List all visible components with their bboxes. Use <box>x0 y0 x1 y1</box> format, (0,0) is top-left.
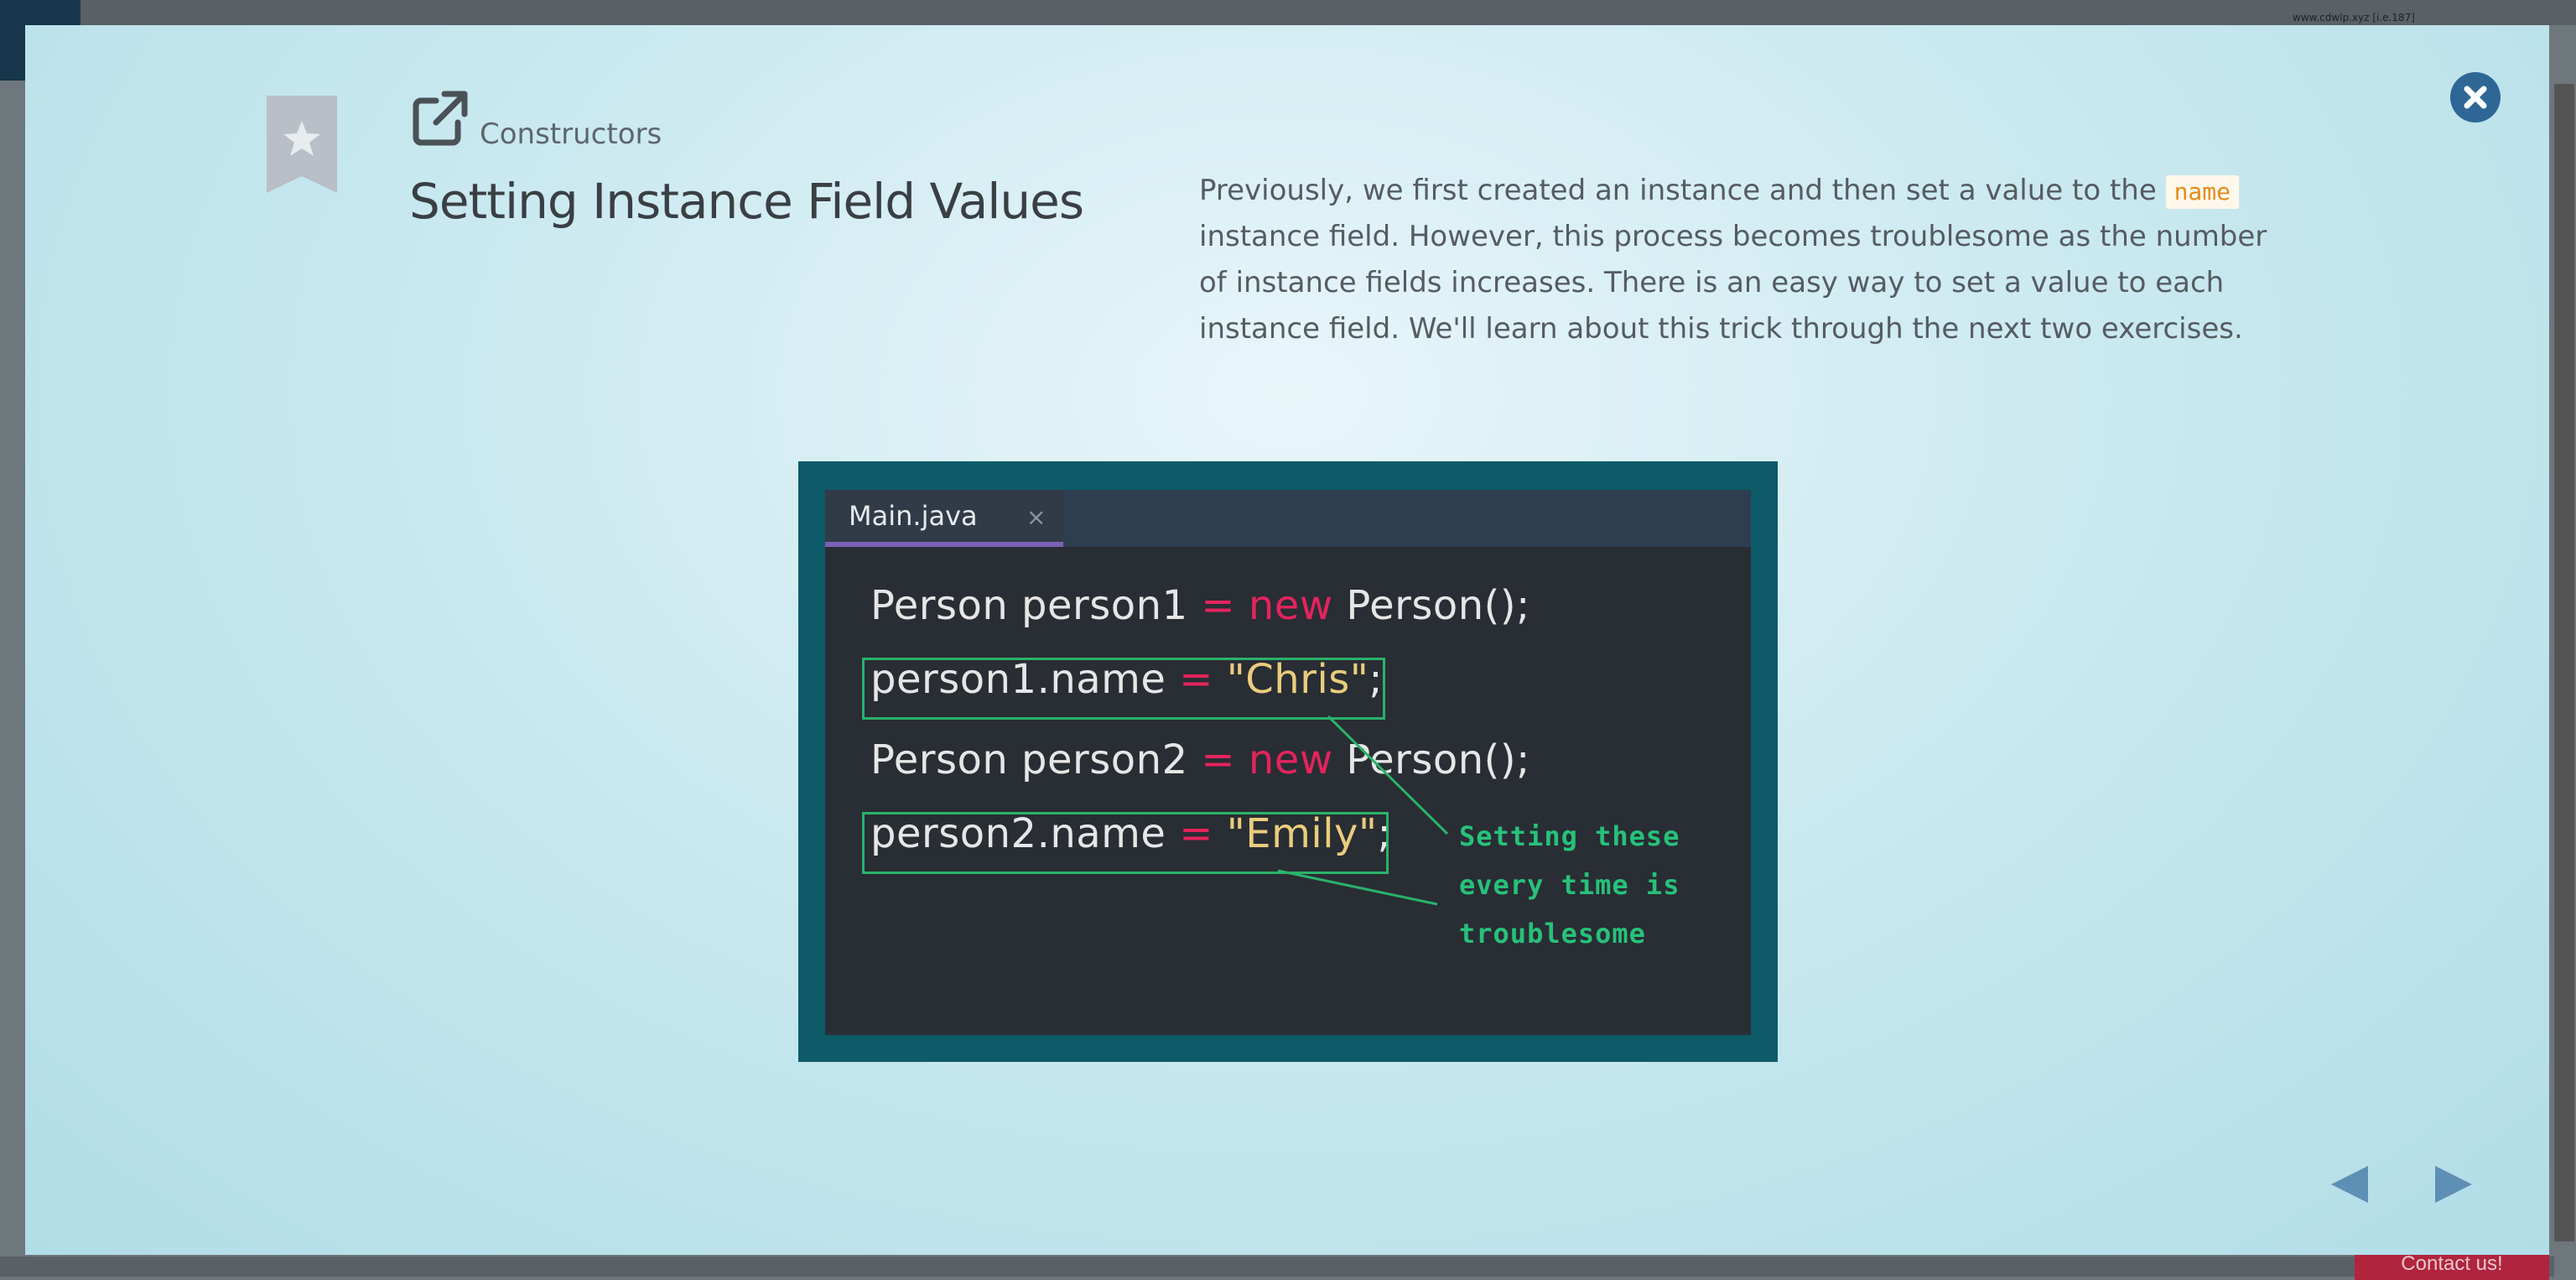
inline-code: name <box>2165 175 2240 209</box>
background-header <box>0 0 2576 25</box>
description-text: Previously, we first created an instance… <box>1199 174 2166 207</box>
background-horizontal-scrollbar[interactable] <box>0 1257 2554 1277</box>
external-link-icon[interactable] <box>411 89 470 148</box>
bookmark-star-icon[interactable] <box>267 96 337 193</box>
background-url-text: www.cdwlp.xyz [i.e.187] <box>2293 12 2415 23</box>
annotation-note-line: every time is <box>1459 869 1680 901</box>
background-scrollbar[interactable] <box>2554 84 2574 1241</box>
annotation-note-line: troublesome <box>1459 918 1646 950</box>
triangle-right-icon[interactable] <box>2427 1159 2477 1210</box>
lesson-slide-modal: Constructors Setting Instance Field Valu… <box>25 25 2549 1255</box>
description-text: instance field. However, this process be… <box>1199 220 2267 346</box>
annotation-note: Setting these every time is troublesome <box>1459 812 1680 958</box>
lesson-title: Setting Instance Field Values <box>409 173 1084 230</box>
code-editor: Main.java × Person person1 = new Person(… <box>825 490 1751 1035</box>
lesson-category: Constructors <box>480 117 662 151</box>
annotation-note-line: Setting these <box>1459 820 1680 852</box>
close-button[interactable] <box>2450 72 2501 122</box>
lesson-description: Previously, we first created an instance… <box>1199 168 2289 352</box>
triangle-left-icon[interactable] <box>2326 1159 2376 1210</box>
close-icon <box>2464 86 2487 109</box>
code-editor-figure: Main.java × Person person1 = new Person(… <box>798 461 1778 1062</box>
